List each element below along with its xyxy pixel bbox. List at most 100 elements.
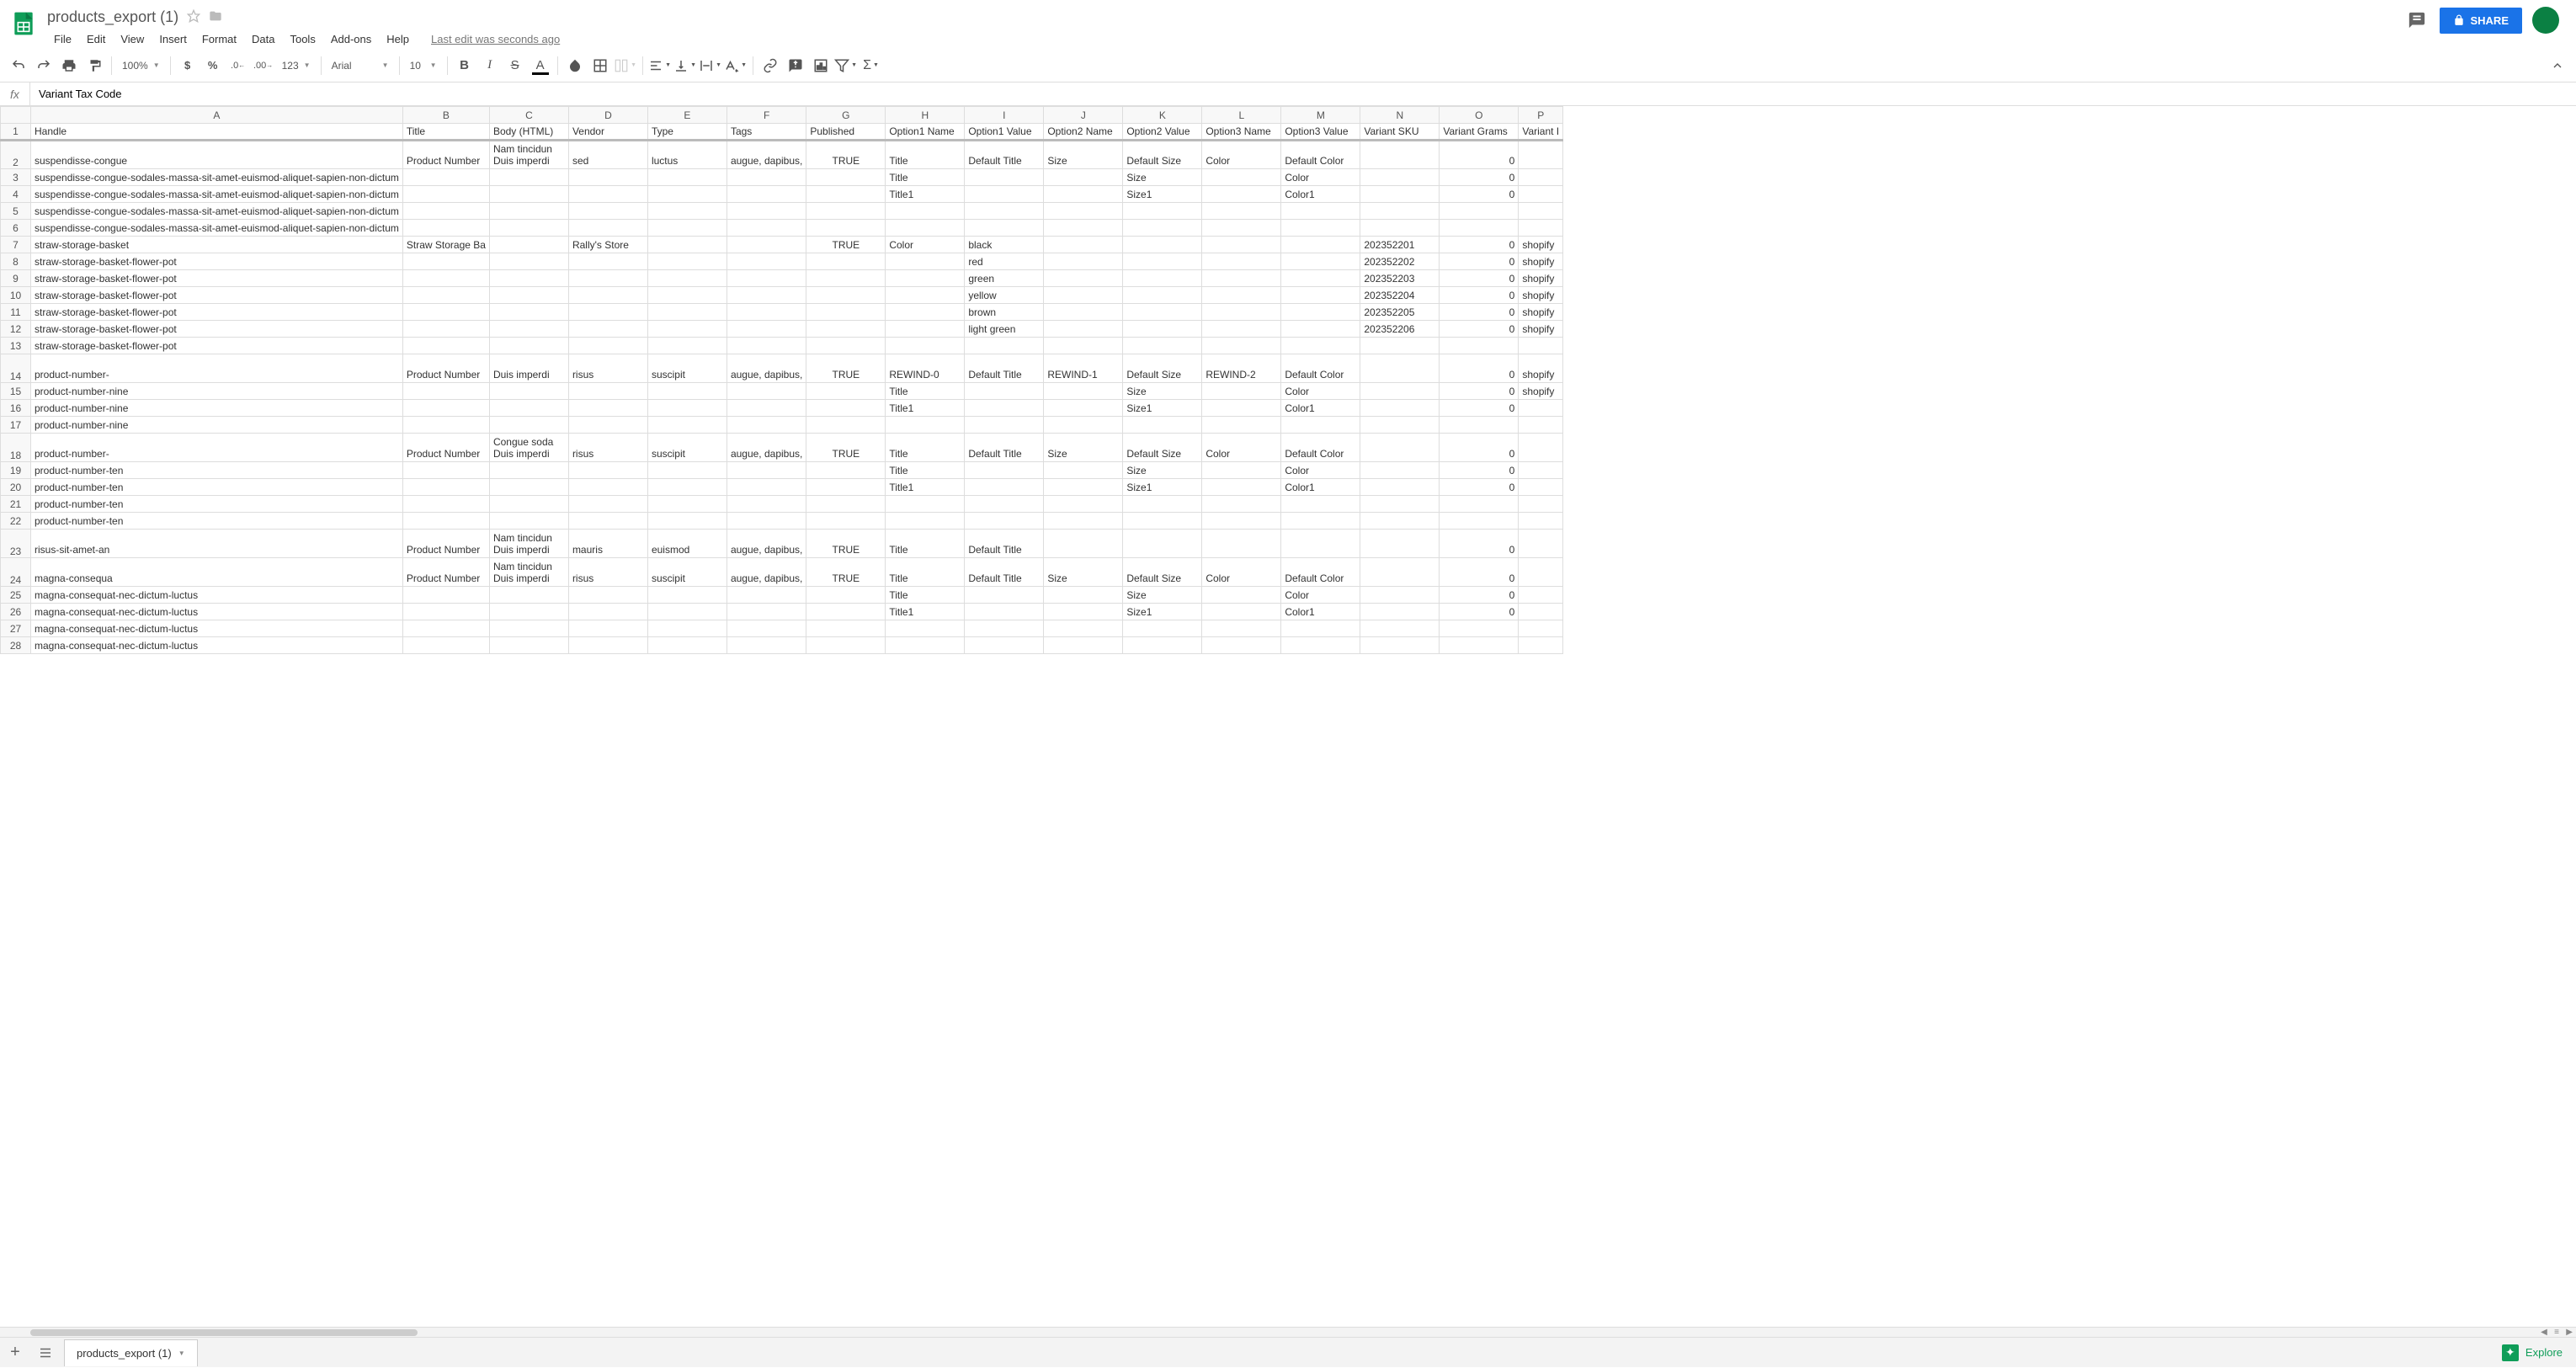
cell[interactable] bbox=[886, 637, 965, 654]
text-color-button[interactable]: A bbox=[529, 54, 552, 77]
cell[interactable] bbox=[1044, 513, 1123, 530]
cell[interactable] bbox=[1202, 338, 1281, 354]
cell[interactable] bbox=[806, 587, 886, 604]
column-header[interactable]: M bbox=[1281, 107, 1360, 124]
cell[interactable]: Product Number bbox=[402, 558, 489, 587]
number-format-select[interactable]: 123▼ bbox=[277, 54, 316, 77]
cell[interactable]: straw-storage-basket-flower-pot bbox=[31, 304, 403, 321]
cell[interactable]: TRUE bbox=[806, 558, 886, 587]
cell[interactable] bbox=[1044, 220, 1123, 237]
cell[interactable] bbox=[965, 462, 1044, 479]
cell[interactable] bbox=[1123, 321, 1202, 338]
cell[interactable] bbox=[489, 253, 568, 270]
cell[interactable] bbox=[726, 237, 806, 253]
cell[interactable] bbox=[402, 321, 489, 338]
cell[interactable] bbox=[1360, 462, 1440, 479]
menu-format[interactable]: Format bbox=[195, 29, 243, 49]
zoom-select[interactable]: 100%▼ bbox=[117, 54, 165, 77]
cell[interactable]: 0 bbox=[1440, 253, 1519, 270]
cell[interactable]: REWIND-2 bbox=[1202, 354, 1281, 383]
cell[interactable]: magna-consequat-nec-dictum-luctus bbox=[31, 604, 403, 620]
cell[interactable] bbox=[489, 383, 568, 400]
cell[interactable] bbox=[1360, 587, 1440, 604]
cell[interactable]: Default Color bbox=[1281, 141, 1360, 169]
cell[interactable] bbox=[1123, 287, 1202, 304]
cell[interactable]: Title bbox=[886, 558, 965, 587]
cell[interactable] bbox=[726, 270, 806, 287]
cell[interactable] bbox=[1123, 338, 1202, 354]
strikethrough-button[interactable]: S bbox=[503, 54, 527, 77]
cell[interactable]: Color bbox=[1202, 434, 1281, 462]
cell[interactable] bbox=[806, 513, 886, 530]
cell[interactable]: product-number-nine bbox=[31, 383, 403, 400]
cell[interactable]: risus bbox=[568, 558, 647, 587]
cell[interactable] bbox=[886, 496, 965, 513]
cell[interactable] bbox=[1519, 479, 1563, 496]
cell[interactable] bbox=[965, 186, 1044, 203]
cell[interactable] bbox=[402, 304, 489, 321]
column-header[interactable]: P bbox=[1519, 107, 1563, 124]
cell[interactable] bbox=[726, 287, 806, 304]
cell[interactable]: suscipit bbox=[647, 434, 726, 462]
cell[interactable] bbox=[726, 417, 806, 434]
explore-button[interactable]: ✦ Explore bbox=[2488, 1344, 2576, 1361]
column-header[interactable]: J bbox=[1044, 107, 1123, 124]
cell[interactable]: magna-consequa bbox=[31, 558, 403, 587]
cell[interactable] bbox=[1360, 220, 1440, 237]
cell[interactable] bbox=[1360, 434, 1440, 462]
cell[interactable]: Size bbox=[1123, 383, 1202, 400]
cell[interactable]: shopify bbox=[1519, 237, 1563, 253]
menu-insert[interactable]: Insert bbox=[152, 29, 194, 49]
cell[interactable]: 0 bbox=[1440, 462, 1519, 479]
cell[interactable] bbox=[965, 604, 1044, 620]
cell[interactable] bbox=[1123, 513, 1202, 530]
cell[interactable] bbox=[568, 186, 647, 203]
cell[interactable] bbox=[489, 287, 568, 304]
cell[interactable]: 0 bbox=[1440, 237, 1519, 253]
cell[interactable]: Title bbox=[886, 530, 965, 558]
cell[interactable]: Default Size bbox=[1123, 558, 1202, 587]
cell[interactable] bbox=[1044, 479, 1123, 496]
cell[interactable] bbox=[1202, 587, 1281, 604]
row-header[interactable]: 28 bbox=[1, 637, 31, 654]
cell[interactable] bbox=[726, 186, 806, 203]
increase-decimal-button[interactable]: .00→ bbox=[252, 54, 275, 77]
cell[interactable] bbox=[886, 620, 965, 637]
cell[interactable]: suspendisse-congue bbox=[31, 141, 403, 169]
cell[interactable] bbox=[965, 338, 1044, 354]
cell[interactable] bbox=[1360, 354, 1440, 383]
share-button[interactable]: SHARE bbox=[2440, 8, 2522, 34]
cell[interactable]: magna-consequat-nec-dictum-luctus bbox=[31, 637, 403, 654]
cell[interactable] bbox=[647, 462, 726, 479]
cell[interactable] bbox=[1360, 417, 1440, 434]
cell[interactable] bbox=[489, 203, 568, 220]
cell[interactable]: product-number-ten bbox=[31, 513, 403, 530]
cell[interactable] bbox=[806, 287, 886, 304]
cell[interactable] bbox=[1123, 620, 1202, 637]
cell[interactable] bbox=[1440, 338, 1519, 354]
cell[interactable] bbox=[965, 513, 1044, 530]
bold-button[interactable]: B bbox=[453, 54, 476, 77]
cell[interactable] bbox=[1202, 462, 1281, 479]
cell[interactable] bbox=[1360, 186, 1440, 203]
sheet-tab-active[interactable]: products_export (1) ▼ bbox=[64, 1339, 198, 1366]
cell[interactable] bbox=[726, 321, 806, 338]
cell[interactable] bbox=[1281, 338, 1360, 354]
cell[interactable] bbox=[647, 479, 726, 496]
cell[interactable] bbox=[806, 383, 886, 400]
cell[interactable]: product-number-ten bbox=[31, 462, 403, 479]
cell[interactable] bbox=[806, 620, 886, 637]
cell[interactable] bbox=[1281, 417, 1360, 434]
cell[interactable]: risus bbox=[568, 354, 647, 383]
row-header[interactable]: 5 bbox=[1, 203, 31, 220]
cell[interactable] bbox=[1281, 530, 1360, 558]
cell[interactable]: augue, dapibus, bbox=[726, 141, 806, 169]
cell[interactable]: shopify bbox=[1519, 304, 1563, 321]
sheets-logo[interactable] bbox=[7, 7, 40, 40]
cell[interactable] bbox=[568, 620, 647, 637]
cell[interactable] bbox=[568, 637, 647, 654]
cell[interactable] bbox=[806, 220, 886, 237]
cell[interactable] bbox=[1519, 530, 1563, 558]
cell[interactable] bbox=[886, 513, 965, 530]
row-header[interactable]: 18 bbox=[1, 434, 31, 462]
